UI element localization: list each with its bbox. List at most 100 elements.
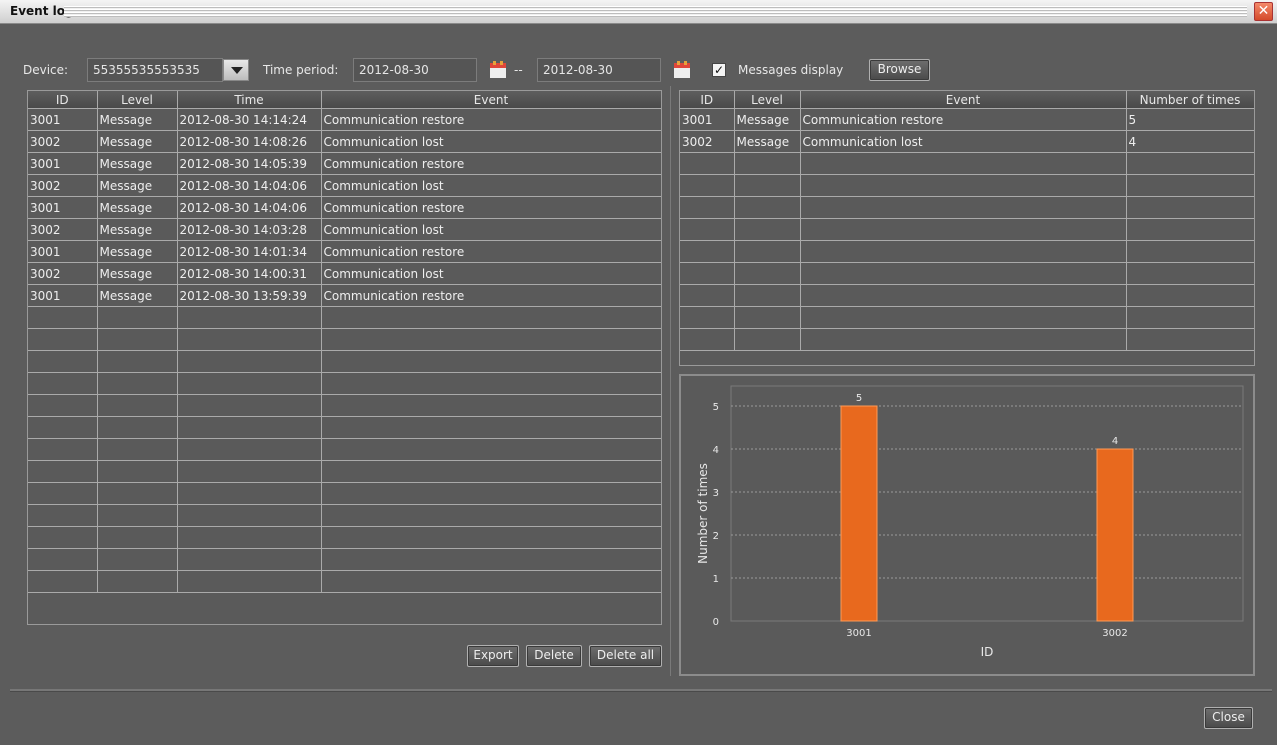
table-cell bbox=[680, 306, 735, 329]
table-cell bbox=[28, 328, 98, 351]
y-tick-label: 3 bbox=[713, 488, 719, 499]
column-header-id[interactable]: ID bbox=[28, 91, 98, 109]
table-row[interactable]: 3001 Message Communication restore 5 bbox=[680, 108, 1254, 131]
table-cell bbox=[800, 240, 1127, 263]
table-row[interactable]: 3001 Message 2012-08-30 14:14:24 Communicat… bbox=[28, 108, 661, 131]
calendar-from-icon[interactable] bbox=[490, 61, 506, 78]
table-cell bbox=[800, 174, 1127, 197]
browse-button[interactable]: Browse bbox=[869, 59, 930, 81]
table-cell: 3002 bbox=[28, 262, 98, 285]
column-header-event[interactable]: Event bbox=[321, 91, 661, 109]
table-cell: 3001 bbox=[28, 152, 98, 175]
summary-table: ID Level Event Number of times 3001 Messa… bbox=[679, 90, 1255, 366]
table-cell bbox=[28, 372, 98, 395]
calendar-to-icon[interactable] bbox=[674, 61, 690, 78]
table-cell bbox=[1126, 152, 1254, 175]
table-row[interactable]: 3002 Message 2012-08-30 14:04:06 Communicat… bbox=[28, 174, 661, 197]
table-cell: 2012-08-30 14:08:26 bbox=[177, 130, 322, 153]
table-cell bbox=[177, 548, 322, 571]
table-cell bbox=[321, 438, 661, 461]
table-cell bbox=[1126, 196, 1254, 219]
export-button[interactable]: Export bbox=[467, 645, 519, 667]
table-row[interactable]: 3001 Message 2012-08-30 13:59:39 Communicat… bbox=[28, 284, 661, 307]
table-cell bbox=[97, 372, 178, 395]
messages-display-checkbox[interactable]: ✓ bbox=[712, 63, 726, 77]
table-row[interactable]: 3002 Message Communication lost 4 bbox=[680, 130, 1254, 153]
table-cell bbox=[28, 306, 98, 329]
table-cell: Message bbox=[97, 240, 178, 263]
empty-row bbox=[28, 526, 661, 549]
table-cell: 4 bbox=[1126, 130, 1254, 153]
table-cell: 2012-08-30 14:03:28 bbox=[177, 218, 322, 241]
table-cell: 3002 bbox=[680, 130, 735, 153]
table-cell: Communication restore bbox=[321, 284, 661, 307]
empty-row bbox=[680, 240, 1254, 263]
close-icon[interactable]: ✕ bbox=[1254, 2, 1273, 21]
table-cell bbox=[28, 526, 98, 549]
empty-row bbox=[28, 548, 661, 571]
empty-row bbox=[28, 306, 661, 329]
table-cell: 2012-08-30 14:04:06 bbox=[177, 196, 322, 219]
table-cell bbox=[734, 196, 801, 219]
empty-row bbox=[680, 174, 1254, 197]
table-cell: 3002 bbox=[28, 218, 98, 241]
table-cell: Message bbox=[97, 108, 178, 131]
column-header-id[interactable]: ID bbox=[680, 91, 735, 109]
table-cell bbox=[28, 438, 98, 461]
data-label: 5 bbox=[856, 393, 862, 404]
chevron-down-icon[interactable] bbox=[223, 59, 249, 81]
table-cell: 3002 bbox=[28, 130, 98, 153]
table-row[interactable]: 3002 Message 2012-08-30 14:03:28 Communicat… bbox=[28, 218, 661, 241]
table-cell bbox=[28, 350, 98, 373]
column-header-event[interactable]: Event bbox=[800, 91, 1127, 109]
column-header-count[interactable]: Number of times bbox=[1126, 91, 1254, 109]
delete-all-button[interactable]: Delete all bbox=[589, 645, 662, 667]
table-cell bbox=[734, 174, 801, 197]
table-cell: 2012-08-30 14:00:31 bbox=[177, 262, 322, 285]
date-from-field[interactable]: 2012-08-30 bbox=[353, 58, 477, 82]
table-cell: Message bbox=[97, 284, 178, 307]
table-cell: Communication restore bbox=[321, 152, 661, 175]
event-log-window: Event log ✕ Device: 55355535553535 Time … bbox=[0, 0, 1277, 745]
title-bar[interactable]: Event log ✕ bbox=[0, 0, 1277, 24]
table-row[interactable]: 3001 Message 2012-08-30 14:05:39 Communicat… bbox=[28, 152, 661, 175]
table-cell bbox=[321, 350, 661, 373]
table-cell: 2012-08-30 14:04:06 bbox=[177, 174, 322, 197]
table-cell: 3001 bbox=[680, 108, 735, 131]
table-row[interactable]: 3001 Message 2012-08-30 14:04:06 Communicat… bbox=[28, 196, 661, 219]
empty-row bbox=[680, 262, 1254, 285]
table-cell bbox=[97, 482, 178, 505]
table-cell: Communication restore bbox=[800, 108, 1127, 131]
date-to-field[interactable]: 2012-08-30 bbox=[537, 58, 661, 82]
delete-button[interactable]: Delete bbox=[526, 645, 582, 667]
table-cell bbox=[97, 416, 178, 439]
empty-row bbox=[28, 570, 661, 593]
data-label: 4 bbox=[1112, 436, 1118, 447]
table-cell: 2012-08-30 14:01:34 bbox=[177, 240, 322, 263]
table-cell bbox=[177, 504, 322, 527]
table-cell bbox=[321, 394, 661, 417]
table-cell: 5 bbox=[1126, 108, 1254, 131]
empty-row bbox=[28, 372, 661, 395]
device-select[interactable]: 55355535553535 bbox=[87, 58, 223, 82]
empty-row bbox=[28, 460, 661, 483]
bar bbox=[840, 405, 878, 622]
column-header-time[interactable]: Time bbox=[177, 91, 322, 109]
column-header-level[interactable]: Level bbox=[734, 91, 801, 109]
table-row[interactable]: 3001 Message 2012-08-30 14:01:34 Communicat… bbox=[28, 240, 661, 263]
table-row[interactable]: 3002 Message 2012-08-30 14:08:26 Communicat… bbox=[28, 130, 661, 153]
table-cell bbox=[680, 262, 735, 285]
bar-chart-panel: 0 1 2 3 4 5 5 3001 4 3002 ID Number of times bbox=[679, 374, 1255, 676]
table-cell: 3001 bbox=[28, 284, 98, 307]
table-cell bbox=[800, 152, 1127, 175]
table-row[interactable]: 3002 Message 2012-08-30 14:00:31 Communicat… bbox=[28, 262, 661, 285]
table-cell: Message bbox=[734, 108, 801, 131]
device-label: Device: bbox=[23, 63, 69, 77]
table-cell bbox=[800, 306, 1127, 329]
close-button[interactable]: Close bbox=[1204, 707, 1253, 729]
column-header-level[interactable]: Level bbox=[97, 91, 178, 109]
y-axis-label: Number of times bbox=[696, 463, 710, 564]
table-cell bbox=[28, 570, 98, 593]
table-cell bbox=[177, 526, 322, 549]
bar bbox=[1096, 448, 1134, 622]
